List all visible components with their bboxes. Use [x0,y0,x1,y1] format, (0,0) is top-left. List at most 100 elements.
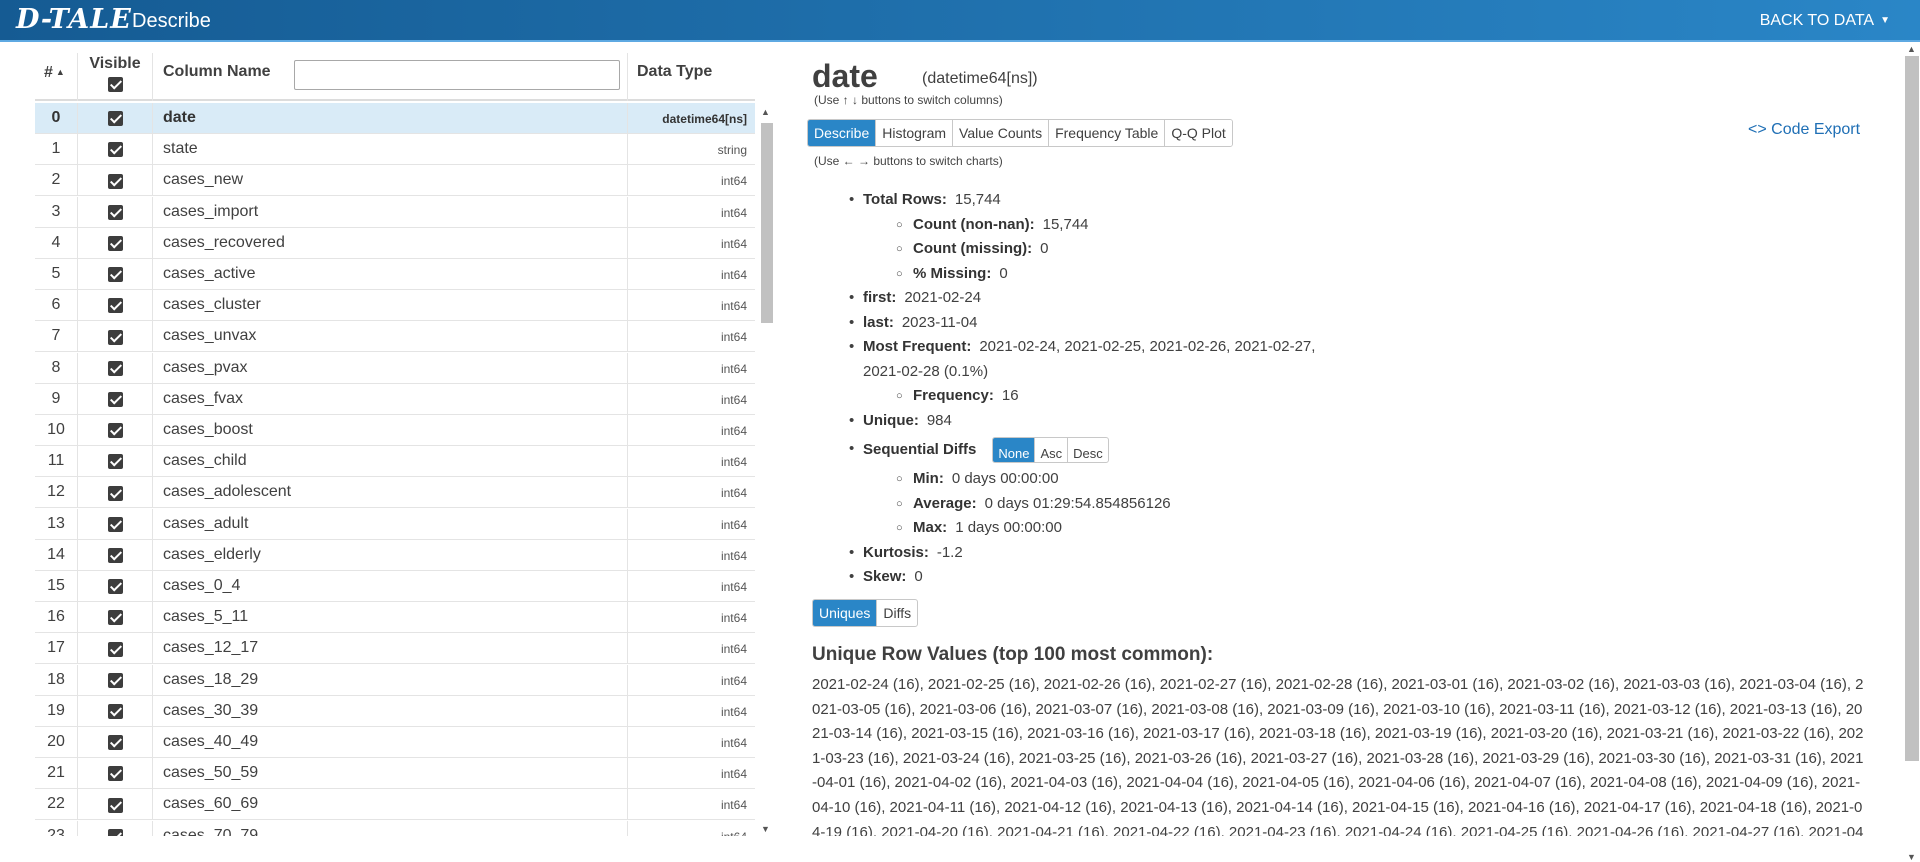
row-column-name[interactable]: cases_30_39 [153,695,628,727]
tab-value-counts[interactable]: Value Counts [953,120,1050,146]
table-row[interactable]: 11 cases_child int64 [35,446,755,478]
table-row[interactable]: 12 cases_adolescent int64 [35,477,755,509]
visible-checkbox[interactable] [107,392,123,408]
table-scroll-thumb[interactable] [761,123,773,323]
row-column-name[interactable]: cases_18_29 [153,664,628,696]
page-scroll-down-icon[interactable]: ▼ [1907,852,1916,862]
scroll-down-icon[interactable]: ▼ [761,824,770,834]
row-column-name[interactable]: cases_0_4 [153,571,628,602]
visible-checkbox[interactable] [107,672,123,688]
dtale-logo[interactable]: D-TALE [16,4,132,35]
tab-describe[interactable]: Describe [808,120,877,146]
table-row[interactable]: 17 cases_12_17 int64 [35,633,755,665]
row-column-name[interactable]: cases_70_79 [153,820,628,836]
table-row[interactable]: 19 cases_30_39 int64 [35,695,755,727]
visible-checkbox[interactable] [107,828,123,836]
table-row[interactable]: 5 cases_active int64 [35,259,755,290]
visible-checkbox[interactable] [107,704,123,720]
row-column-name[interactable]: cases_import [153,196,628,228]
row-column-name[interactable]: cases_60_69 [153,789,628,821]
visible-checkbox[interactable] [107,111,123,127]
diffs-button[interactable]: Diffs [877,600,917,626]
table-row[interactable]: 10 cases_boost int64 [35,415,755,446]
row-data-type: int64 [720,767,747,782]
row-visible-cell [78,820,153,836]
visible-checkbox[interactable] [107,173,123,189]
table-row[interactable]: 2 cases_new int64 [35,165,755,197]
table-row[interactable]: 21 cases_50_59 int64 [35,758,755,790]
visible-checkbox[interactable] [107,423,123,439]
table-row[interactable]: 23 cases_70_79int64 [35,820,755,836]
row-column-name[interactable]: cases_pvax [153,352,628,384]
visible-checkbox[interactable] [107,797,123,813]
table-row[interactable]: 14 cases_elderly int64 [35,539,755,571]
table-row[interactable]: 1 state string [35,134,755,166]
table-row[interactable]: 9 cases_fvax int64 [35,383,755,415]
visible-checkbox[interactable] [107,610,123,626]
visible-checkbox[interactable] [107,641,123,657]
row-column-name[interactable]: cases_child [153,446,628,478]
seq-desc-button[interactable]: Desc [1068,438,1108,462]
row-column-name[interactable]: cases_active [153,259,628,290]
visible-checkbox[interactable] [107,485,123,501]
page-scroll-thumb[interactable] [1905,56,1919,761]
table-row[interactable]: 16 cases_5_11 int64 [35,602,755,634]
row-column-name[interactable]: state [153,134,628,166]
row-column-name[interactable]: cases_boost [153,415,628,446]
visible-checkbox[interactable] [107,516,123,532]
visible-checkbox[interactable] [107,204,123,220]
back-to-data-button[interactable]: BACK TO DATA ▼ [1760,12,1890,30]
row-column-name[interactable]: cases_12_17 [153,633,628,665]
table-row[interactable]: 22 cases_60_69 int64 [35,789,755,821]
uniques-button[interactable]: Uniques [813,600,878,626]
select-all-checkbox[interactable] [107,77,123,92]
visible-checkbox[interactable] [107,267,123,283]
row-column-name[interactable]: cases_recovered [153,227,628,259]
table-row[interactable]: 20 cases_40_49 int64 [35,727,755,758]
code-export-button[interactable]: <> Code Export [1748,121,1860,139]
tab-histogram[interactable]: Histogram [876,120,954,146]
tab-qq-plot[interactable]: Q-Q Plot [1165,120,1232,146]
table-row[interactable]: 0 date datetime64[ns] [35,103,755,134]
table-row[interactable]: 18 cases_18_29 int64 [35,664,755,696]
row-column-name[interactable]: cases_50_59 [153,758,628,790]
table-row[interactable]: 6 cases_cluster int64 [35,290,755,322]
visible-checkbox[interactable] [107,548,123,564]
seq-asc-button[interactable]: Asc [1035,438,1069,462]
table-row[interactable]: 3 cases_import int64 [35,196,755,228]
table-row[interactable]: 13 cases_adult int64 [35,508,755,540]
scroll-up-icon[interactable]: ▲ [761,107,770,117]
row-column-name[interactable]: cases_5_11 [153,602,628,634]
row-column-name[interactable]: cases_unvax [153,321,628,353]
row-column-name[interactable]: cases_fvax [153,383,628,415]
table-row[interactable]: 8 cases_pvax int64 [35,352,755,384]
visible-checkbox[interactable] [107,298,123,314]
visible-checkbox[interactable] [107,142,123,158]
visible-checkbox[interactable] [107,735,123,751]
row-column-name[interactable]: cases_new [153,165,628,197]
page-scroll-up-icon[interactable]: ▲ [1907,44,1916,54]
visible-checkbox[interactable] [107,360,123,376]
visible-checkbox[interactable] [107,454,123,470]
row-column-name[interactable]: cases_adolescent [153,477,628,509]
column-name-filter-input[interactable] [294,60,620,90]
row-column-name[interactable]: date [153,103,628,134]
table-row[interactable]: 7 cases_unvax int64 [35,321,755,353]
table-scrollbar[interactable]: ▲ ▼ [757,105,775,836]
visible-checkbox[interactable] [107,236,123,252]
row-column-name[interactable]: cases_adult [153,508,628,540]
row-column-name[interactable]: cases_cluster [153,290,628,322]
row-column-name[interactable]: cases_40_49 [153,727,628,758]
index-header[interactable]: # ▲ [35,53,78,101]
seq-none-button[interactable]: None [993,438,1036,462]
visible-checkbox[interactable] [107,766,123,782]
visible-checkbox[interactable] [107,329,123,345]
tab-frequency-table[interactable]: Frequency Table [1049,120,1166,146]
page-scrollbar[interactable]: ▲ ▼ [1902,44,1920,862]
visible-checkbox[interactable] [107,579,123,595]
table-row[interactable]: 4 cases_recovered int64 [35,227,755,259]
row-index: 12 [35,477,78,509]
table-row[interactable]: 15 cases_0_4 int64 [35,571,755,602]
row-index: 11 [35,446,78,478]
row-column-name[interactable]: cases_elderly [153,539,628,571]
